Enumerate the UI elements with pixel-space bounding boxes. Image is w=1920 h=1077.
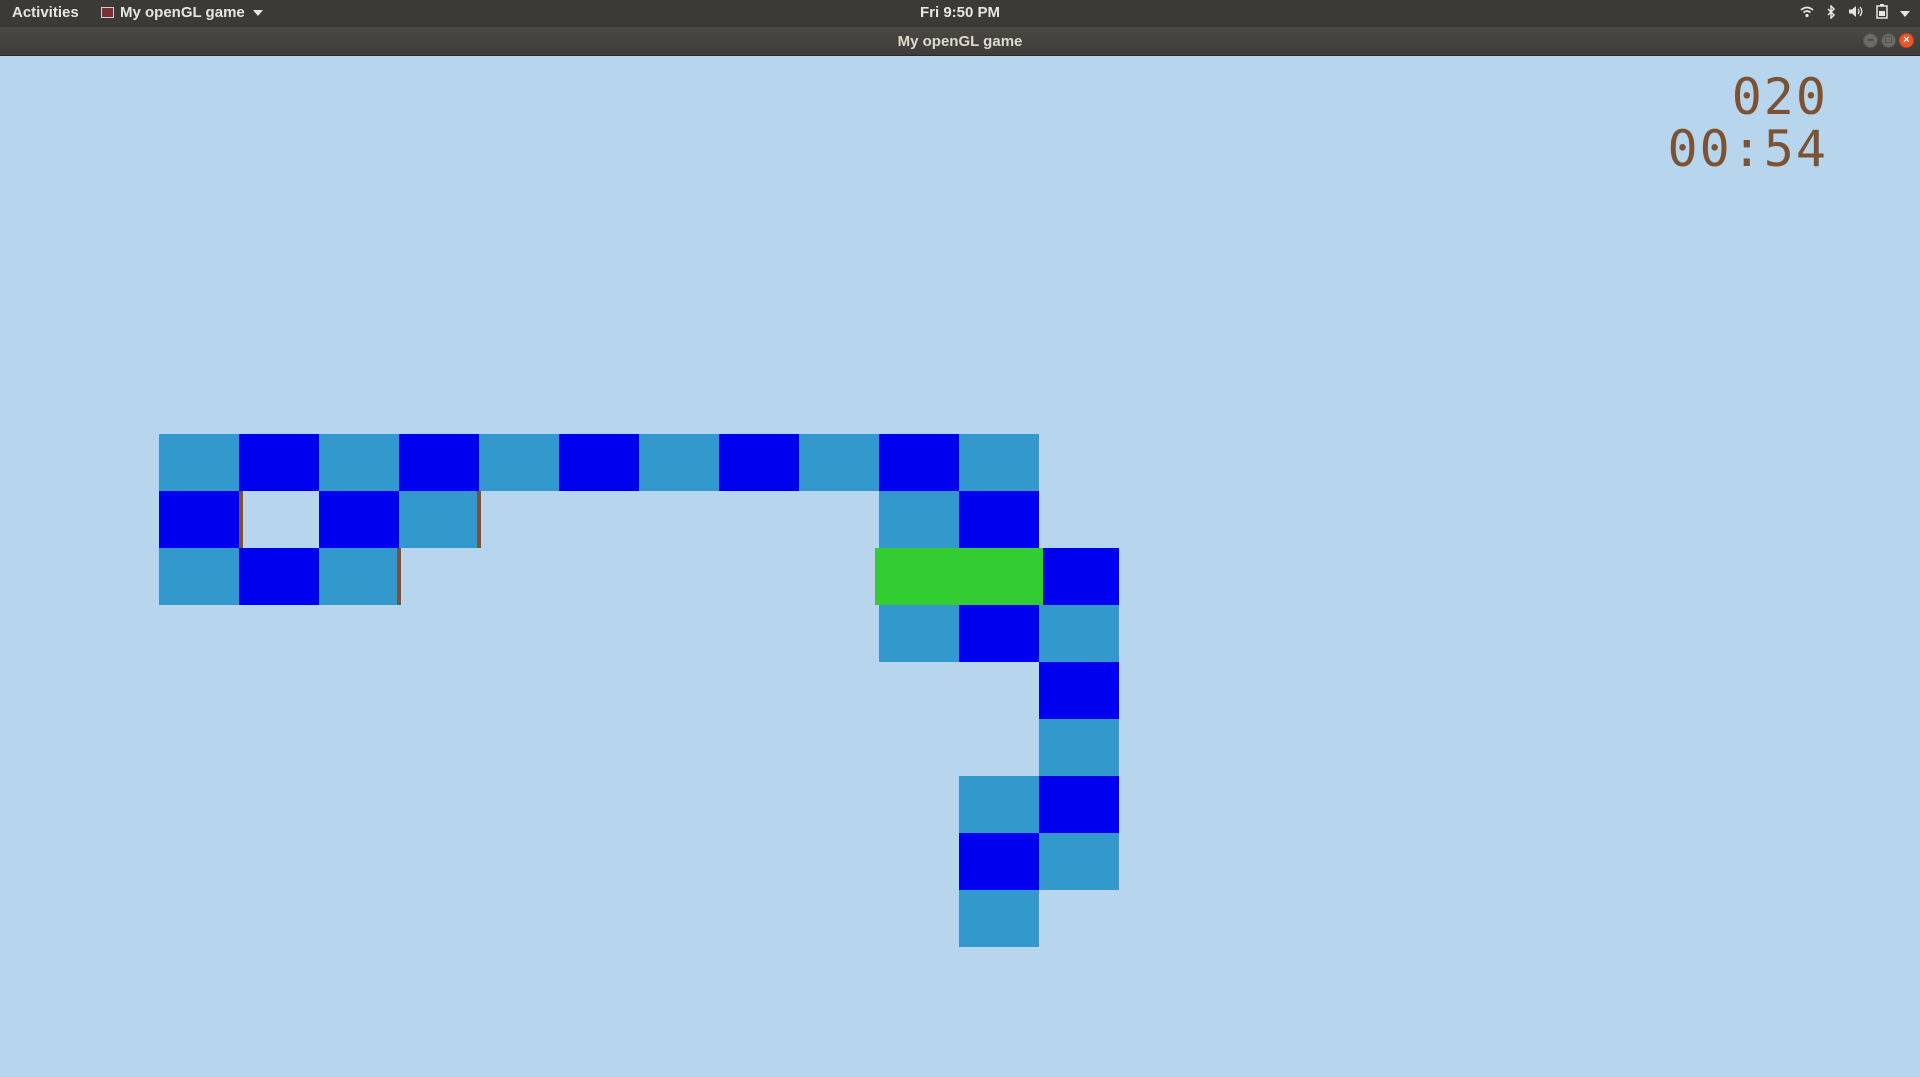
score-display: 020 xyxy=(1731,68,1828,126)
hud: 020 00:54 xyxy=(1667,72,1828,176)
close-button[interactable]: × xyxy=(1899,33,1914,48)
tile-11-6 xyxy=(1039,776,1119,833)
tile-10-0 xyxy=(959,434,1039,491)
tile-9-3 xyxy=(879,605,959,662)
tile-6-0 xyxy=(639,434,719,491)
volume-icon[interactable] xyxy=(1848,5,1864,22)
tile-9-0 xyxy=(879,434,959,491)
minimize-button[interactable]: – xyxy=(1863,33,1878,48)
tile-2-2 xyxy=(319,548,399,605)
top-bar: Activities My openGL game Fri 9:50 PM xyxy=(0,0,1920,27)
clock[interactable]: Fri 9:50 PM xyxy=(920,4,1000,21)
tile-0-2 xyxy=(159,548,239,605)
tile-11-7 xyxy=(1039,833,1119,890)
bluetooth-icon[interactable] xyxy=(1826,3,1836,23)
tile-0-1 xyxy=(159,491,239,548)
tile-7-0 xyxy=(719,434,799,491)
player-block xyxy=(875,548,1043,605)
tile-edge-shadow xyxy=(239,491,243,548)
tile-11-3 xyxy=(1039,605,1119,662)
tile-1-0 xyxy=(239,434,319,491)
tile-10-1 xyxy=(959,491,1039,548)
game-canvas[interactable]: 020 00:54 xyxy=(0,56,1920,1077)
window-title: My openGL game xyxy=(897,33,1023,50)
tile-10-3 xyxy=(959,605,1039,662)
tile-10-6 xyxy=(959,776,1039,833)
tile-10-8 xyxy=(959,890,1039,947)
tile-0-0 xyxy=(159,434,239,491)
wifi-icon[interactable] xyxy=(1800,5,1814,22)
tile-edge-shadow xyxy=(397,548,401,605)
tile-11-4 xyxy=(1039,662,1119,719)
app-icon xyxy=(101,7,114,18)
clock-container: Fri 9:50 PM xyxy=(0,4,1920,21)
window-titlebar[interactable]: My openGL game – □ × xyxy=(0,27,1920,56)
tile-2-0 xyxy=(319,434,399,491)
tile-1-2 xyxy=(239,548,319,605)
tile-edge-shadow xyxy=(477,491,481,548)
tile-10-7 xyxy=(959,833,1039,890)
timer-display: 00:54 xyxy=(1667,120,1828,178)
tile-5-0 xyxy=(559,434,639,491)
system-menu-chevron-icon[interactable] xyxy=(1900,10,1910,17)
battery-icon[interactable] xyxy=(1876,4,1888,23)
maximize-button[interactable]: □ xyxy=(1881,33,1896,48)
chevron-down-icon xyxy=(252,9,263,16)
tile-11-5 xyxy=(1039,719,1119,776)
tile-3-1 xyxy=(399,491,479,548)
window-controls: – □ × xyxy=(1863,33,1914,48)
game-board xyxy=(159,434,1119,947)
tile-3-0 xyxy=(399,434,479,491)
tile-11-2 xyxy=(1039,548,1119,605)
system-tray[interactable] xyxy=(1800,3,1910,23)
tile-4-0 xyxy=(479,434,559,491)
app-menu-label: My openGL game xyxy=(120,4,245,21)
tile-9-1 xyxy=(879,491,959,548)
tile-2-1 xyxy=(319,491,399,548)
activities-button[interactable]: Activities xyxy=(12,4,79,21)
tile-8-0 xyxy=(799,434,879,491)
app-menu-button[interactable]: My openGL game xyxy=(101,4,263,21)
